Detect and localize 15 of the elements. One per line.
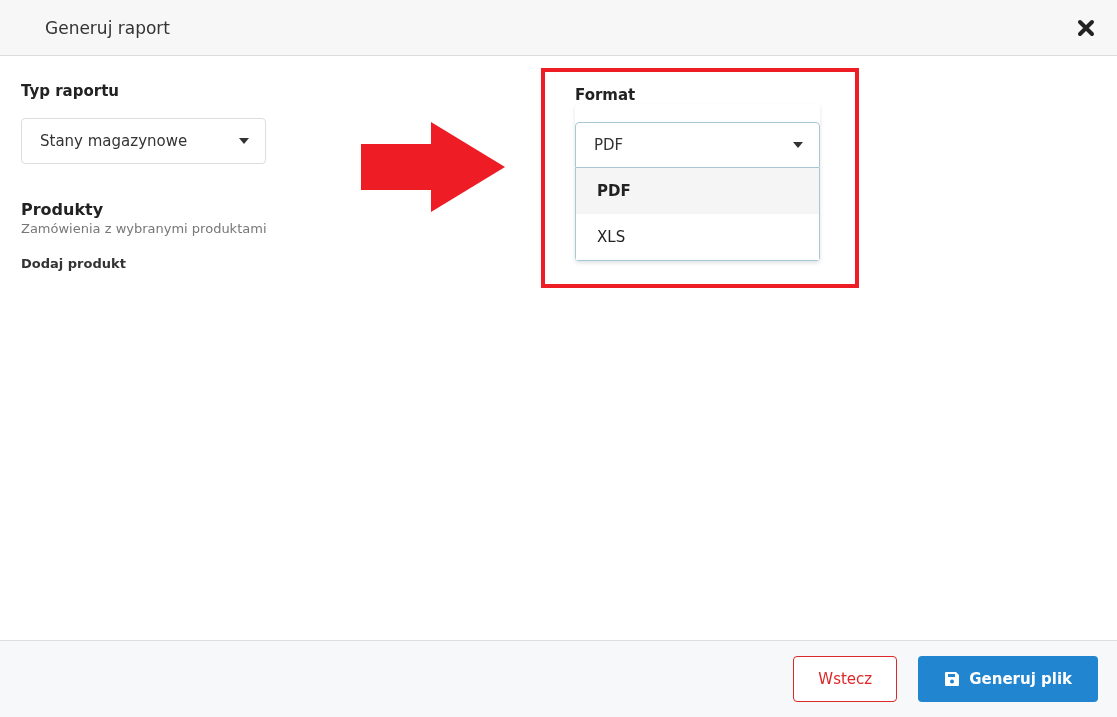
generate-file-button[interactable]: Generuj plik xyxy=(918,656,1098,702)
close-icon[interactable] xyxy=(1077,18,1095,37)
format-select[interactable]: PDF xyxy=(575,122,820,168)
dropdown-option[interactable]: PDF xyxy=(576,168,819,214)
save-icon xyxy=(944,671,961,687)
field-label: Format xyxy=(575,86,637,104)
add-product-link[interactable]: Dodaj produkt xyxy=(21,256,126,271)
report-type-select[interactable]: Stany magazynowe xyxy=(21,118,266,164)
dialog-title: Generuj raport xyxy=(45,17,170,38)
caret-icon xyxy=(239,138,249,144)
caret-icon xyxy=(793,142,803,148)
section-subtitle: Zamówienia z wybranymi produktami xyxy=(21,221,267,236)
back-button[interactable]: Wstecz xyxy=(793,656,898,702)
field-label: Typ raportu xyxy=(21,82,119,100)
section-title: Produkty xyxy=(21,200,104,219)
